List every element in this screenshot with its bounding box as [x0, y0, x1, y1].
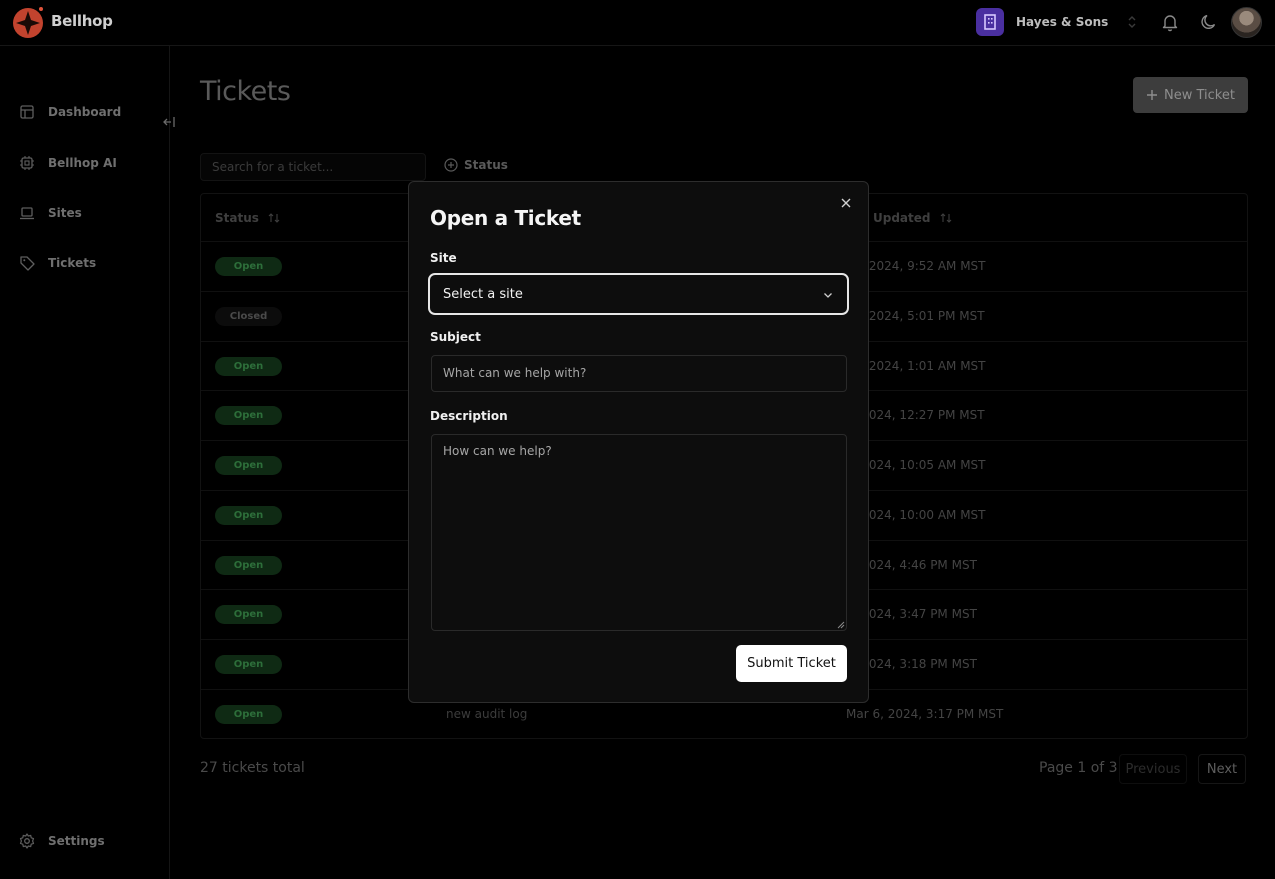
sidebar-item-settings[interactable]: Settings [18, 832, 105, 850]
status-badge: Open [215, 456, 282, 475]
new-ticket-label: New Ticket [1164, 87, 1235, 103]
previous-page-button[interactable]: Previous [1119, 754, 1187, 784]
description-label: Description [430, 409, 508, 423]
column-header-label: Updated [873, 211, 931, 225]
open-ticket-dialog: Open a Ticket Site Select a site Subject… [408, 181, 869, 703]
sidebar-item-label: Dashboard [48, 105, 122, 119]
status-badge: Open [215, 357, 282, 376]
chevrons-up-down-icon[interactable] [1124, 12, 1140, 32]
sidebar-item-sites[interactable]: Sites [18, 202, 158, 224]
settings-label: Settings [48, 834, 105, 848]
status-filter-button[interactable]: Status [444, 158, 508, 172]
top-bar: Bellhop Hayes & Sons [0, 0, 1275, 46]
gear-icon [19, 833, 35, 849]
page-title: Tickets [200, 76, 291, 107]
site-label: Site [430, 251, 457, 265]
org-avatar[interactable] [976, 8, 1004, 36]
next-page-button[interactable]: Next [1198, 754, 1246, 784]
status-badge: Open [215, 655, 282, 674]
brand-name[interactable]: Bellhop [51, 12, 113, 30]
bell-icon[interactable] [1160, 12, 1180, 32]
tag-icon [20, 256, 35, 271]
sidebar-item-dashboard[interactable]: Dashboard [18, 101, 158, 123]
search-input[interactable]: Search for a ticket... [200, 153, 426, 181]
status-badge: Open [215, 506, 282, 525]
sidebar-item-label: Sites [48, 206, 82, 220]
status-filter-label: Status [464, 158, 508, 172]
org-name[interactable]: Hayes & Sons [1016, 15, 1108, 29]
sidebar: Dashboard Bellhop AI Sites Tickets [0, 46, 175, 879]
description-placeholder: How can we help? [443, 444, 552, 458]
status-badge: Closed [215, 307, 282, 326]
chip-icon [20, 156, 34, 170]
building-icon [984, 14, 996, 30]
laptop-icon [20, 207, 34, 220]
status-badge: Open [215, 257, 282, 276]
ticket-updated: Mar 6, 2024, 3:17 PM MST [846, 707, 1004, 721]
submit-ticket-button[interactable]: Submit Ticket [736, 645, 847, 682]
new-ticket-button[interactable]: New Ticket [1133, 77, 1248, 113]
sort-icon [268, 213, 280, 223]
plus-circle-icon [444, 158, 458, 172]
sidebar-item-tickets[interactable]: Tickets [18, 252, 158, 274]
site-select-value: Select a site [443, 286, 523, 302]
sort-icon [940, 213, 951, 223]
status-badge: Open [215, 705, 282, 724]
resize-handle-icon[interactable] [836, 620, 845, 629]
status-badge: Open [215, 605, 282, 624]
sidebar-item-label: Tickets [48, 256, 97, 270]
description-textarea[interactable]: How can we help? [431, 434, 847, 631]
subject-label: Subject [430, 330, 481, 344]
status-badge: Open [215, 556, 282, 575]
page-info: Page 1 of 3 [1039, 760, 1118, 776]
sidebar-item-label: Bellhop AI [48, 156, 117, 170]
collapse-sidebar-icon[interactable] [162, 115, 178, 129]
bellhop-logo-icon[interactable] [12, 6, 44, 38]
close-icon[interactable] [839, 196, 853, 210]
column-header-updated[interactable]: Updated [873, 211, 953, 225]
column-header-label: Status [215, 211, 259, 225]
plus-icon [1147, 90, 1158, 100]
sidebar-item-bellhop-ai[interactable]: Bellhop AI [18, 152, 158, 174]
dialog-title: Open a Ticket [430, 206, 581, 230]
chevron-down-icon [824, 293, 832, 298]
status-badge: Open [215, 406, 282, 425]
ticket-subject: new audit log [446, 707, 528, 721]
site-select[interactable]: Select a site [428, 273, 849, 315]
tickets-total: 27 tickets total [200, 760, 305, 776]
user-avatar[interactable] [1231, 7, 1262, 38]
moon-icon[interactable] [1199, 12, 1219, 32]
subject-input[interactable]: What can we help with? [431, 355, 847, 392]
dashboard-icon [20, 105, 34, 119]
column-header-status[interactable]: Status [215, 211, 281, 225]
